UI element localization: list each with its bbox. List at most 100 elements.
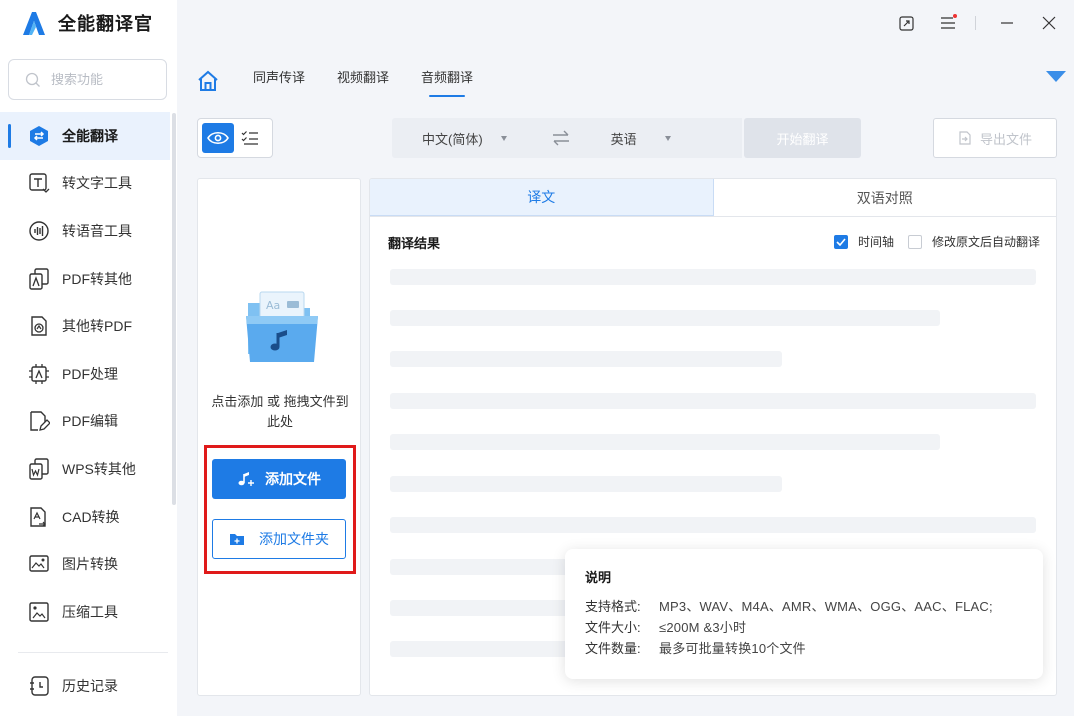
sidebar-item-text-convert[interactable]: 转文字工具 — [0, 160, 170, 208]
app-title: 全能翻译官 — [58, 14, 153, 34]
sidebar-item-pdf-process[interactable]: PDF处理 — [0, 350, 170, 398]
sidebar-nav: 全能翻译 转文字工具 转语音工具 PDF转其他 其他转PDF PDF处理 PDF… — [0, 112, 170, 636]
checkmark-icon — [836, 237, 846, 246]
eye-icon — [207, 131, 229, 145]
close-button[interactable] — [1038, 12, 1060, 34]
sidebar-item-wps[interactable]: WPS转其他 — [0, 445, 170, 493]
target-language-select[interactable]: 英语 — [611, 129, 671, 148]
info-title: 说明 — [585, 570, 612, 585]
compress-icon — [28, 601, 50, 623]
info-card: 说明 支持格式: MP3、WAV、M4A、AMR、WMA、OGG、AAC、FLA… — [565, 549, 1043, 679]
wps-icon — [28, 458, 50, 480]
sidebar-item-label: 图片转换 — [62, 556, 118, 573]
upload-panel[interactable]: Aa 点击添加 或 拖拽文件到此处 — [197, 178, 361, 696]
list-view-button[interactable] — [234, 123, 266, 153]
home-icon[interactable] — [197, 70, 219, 92]
collapse-panel-button[interactable] — [1046, 71, 1066, 82]
sidebar-item-translate[interactable]: 全能翻译 — [0, 112, 170, 160]
sidebar-item-label: 历史记录 — [62, 677, 118, 694]
sidebar-item-label: WPS转其他 — [62, 460, 136, 477]
svg-text:Aa: Aa — [266, 299, 280, 312]
sidebar-item-label: CAD转换 — [62, 508, 120, 525]
info-key: 文件数量: — [585, 641, 641, 656]
sidebar-item-label: 转文字工具 — [62, 175, 132, 192]
result-title: 翻译结果 — [388, 236, 441, 251]
info-value: MP3、WAV、M4A、AMR、WMA、OGG、AAC、FLAC; — [659, 599, 993, 614]
info-value: 最多可批量转换10个文件 — [659, 641, 806, 656]
text-convert-icon — [28, 172, 50, 194]
sidebar-item-cad[interactable]: CAD转换 — [0, 493, 170, 541]
info-row: 文件大小: ≤200M &3小时 — [585, 617, 1043, 638]
add-folder-icon — [230, 534, 244, 545]
auto-translate-label: 修改原文后自动翻译 — [931, 235, 1040, 249]
chevron-down-icon — [664, 135, 671, 141]
sidebar-history: 历史记录 — [0, 662, 170, 710]
timeline-checkbox[interactable] — [833, 234, 848, 249]
voice-icon — [28, 220, 50, 242]
sidebar-item-label: 其他转PDF — [62, 318, 132, 335]
tab-video[interactable]: 视频翻译 — [337, 64, 389, 98]
placeholder-line — [390, 269, 1036, 285]
minimize-button[interactable] — [996, 12, 1018, 34]
history-icon — [28, 675, 50, 697]
cad-icon — [28, 506, 50, 528]
auto-translate-checkbox[interactable] — [907, 234, 922, 249]
minimize-icon — [1001, 22, 1013, 24]
sidebar-item-history[interactable]: 历史记录 — [0, 662, 170, 710]
translate-icon — [28, 125, 50, 147]
sidebar-item-compress[interactable]: 压缩工具 — [0, 588, 170, 636]
search-input[interactable] — [51, 72, 151, 87]
pdf-export-icon — [28, 267, 50, 290]
sidebar-item-pdf-edit[interactable]: PDF编辑 — [0, 398, 170, 446]
sidebar-item-to-pdf[interactable]: 其他转PDF — [0, 302, 170, 350]
target-language-label: 英语 — [610, 131, 637, 147]
tab-audio[interactable]: 音频翻译 — [421, 64, 473, 98]
export-file-button[interactable]: 导出文件 — [933, 118, 1057, 158]
image-convert-icon — [28, 553, 50, 575]
menu-button[interactable] — [937, 12, 959, 34]
pdf-process-icon — [28, 363, 50, 385]
window-controls-divider — [975, 16, 976, 30]
logo-icon — [23, 12, 45, 35]
tab-simultaneous[interactable]: 同声传译 — [253, 64, 305, 98]
pin-window-icon — [898, 15, 914, 31]
add-folder-button[interactable]: 添加文件夹 — [212, 519, 346, 559]
info-value: ≤200M &3小时 — [659, 620, 747, 635]
export-file-label: 导出文件 — [979, 131, 1032, 147]
chevron-down-icon — [500, 135, 507, 141]
notification-dot — [953, 14, 957, 18]
info-key: 支持格式: — [585, 599, 641, 614]
tab-bilingual[interactable]: 双语对照 — [714, 179, 1057, 216]
placeholder-line — [390, 310, 940, 326]
sidebar-scrollbar[interactable] — [172, 113, 176, 505]
window-controls — [875, 12, 1060, 34]
add-file-label: 添加文件 — [265, 471, 321, 487]
search-box[interactable] — [8, 59, 167, 100]
placeholder-line — [390, 351, 782, 367]
result-options: 时间轴 修改原文后自动翻译 — [833, 233, 1040, 250]
sidebar-divider — [18, 652, 168, 653]
preview-view-button[interactable] — [202, 123, 234, 153]
sidebar-item-label: PDF编辑 — [62, 413, 118, 430]
pin-button[interactable] — [895, 12, 917, 34]
add-file-button[interactable]: 添加文件 — [212, 459, 346, 499]
tab-translation[interactable]: 译文 — [370, 179, 714, 216]
info-row: 支持格式: MP3、WAV、M4A、AMR、WMA、OGG、AAC、FLAC; — [585, 596, 1043, 617]
source-language-select[interactable]: 中文(简体) — [422, 129, 507, 148]
sidebar-item-voice[interactable]: 转语音工具 — [0, 207, 170, 255]
checklist-icon — [241, 131, 258, 145]
feature-tabs: 同声传译 视频翻译 音频翻译 — [197, 64, 473, 98]
sidebar: 全能翻译官 全能翻译 转文字工具 转语音工具 — [0, 0, 177, 716]
result-tabs: 译文 双语对照 — [370, 179, 1056, 217]
audio-folder-icon: Aa — [246, 291, 318, 362]
sidebar-item-image-convert[interactable]: 图片转换 — [0, 540, 170, 588]
add-audio-icon — [238, 472, 254, 486]
start-translate-button[interactable]: 开始翻译 — [744, 118, 861, 158]
to-pdf-icon — [28, 315, 50, 337]
upload-hint: 点击添加 或 拖拽文件到此处 — [211, 394, 349, 429]
sidebar-item-label: PDF转其他 — [62, 270, 132, 287]
sidebar-item-pdf-export[interactable]: PDF转其他 — [0, 255, 170, 303]
sidebar-item-label: PDF处理 — [62, 365, 118, 382]
swap-languages-icon[interactable] — [551, 130, 571, 146]
view-toggle — [197, 118, 273, 158]
